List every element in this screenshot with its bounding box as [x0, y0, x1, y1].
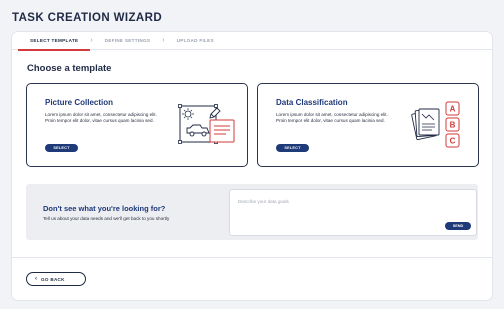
select-button[interactable]: SELECT [276, 144, 309, 152]
template-title: Picture Collection [45, 98, 114, 107]
label-b: B [450, 121, 456, 130]
go-back-label: GO BACK [41, 276, 65, 282]
wizard-steps: SELECT TEMPLATE › DEFINE SETTINGS › UPLO… [12, 32, 492, 51]
step-select-template[interactable]: SELECT TEMPLATE [18, 32, 91, 51]
label-c: C [450, 137, 456, 146]
step-define-settings[interactable]: DEFINE SETTINGS [93, 32, 163, 50]
go-back-button[interactable]: ‹ GO BACK [26, 272, 86, 286]
help-subtitle: Tell us about your data needs and we'll … [43, 216, 170, 221]
template-title: Data Classification [276, 98, 348, 107]
label-a: A [450, 105, 456, 114]
help-panel: Don't see what you're looking for? Tell … [26, 184, 478, 240]
template-description: Lorem ipsum dolor sit amet, consectetur … [276, 112, 388, 124]
page-title: TASK CREATION WIZARD [12, 12, 163, 24]
section-title: Choose a template [27, 63, 112, 74]
template-card-picture-collection[interactable]: Picture Collection Lorem ipsum dolor sit… [26, 83, 248, 167]
help-title: Don't see what you're looking for? [43, 204, 166, 213]
step-upload-files[interactable]: UPLOAD FILES [165, 32, 226, 50]
footer-divider [12, 257, 492, 258]
chevron-left-icon: ‹ [35, 276, 37, 282]
template-card-data-classification[interactable]: Data Classification Lorem ipsum dolor si… [257, 83, 479, 167]
data-goals-input[interactable]: Describe your data goals SEND [229, 189, 477, 236]
picture-collection-icon [178, 104, 235, 144]
select-button[interactable]: SELECT [45, 144, 78, 152]
data-goals-placeholder: Describe your data goals [238, 199, 289, 204]
data-classification-icon: A B C [411, 101, 460, 148]
send-button[interactable]: SEND [445, 222, 471, 230]
template-description: Lorem ipsum dolor sit amet, consectetur … [45, 112, 157, 124]
wizard-card: SELECT TEMPLATE › DEFINE SETTINGS › UPLO… [12, 32, 492, 300]
